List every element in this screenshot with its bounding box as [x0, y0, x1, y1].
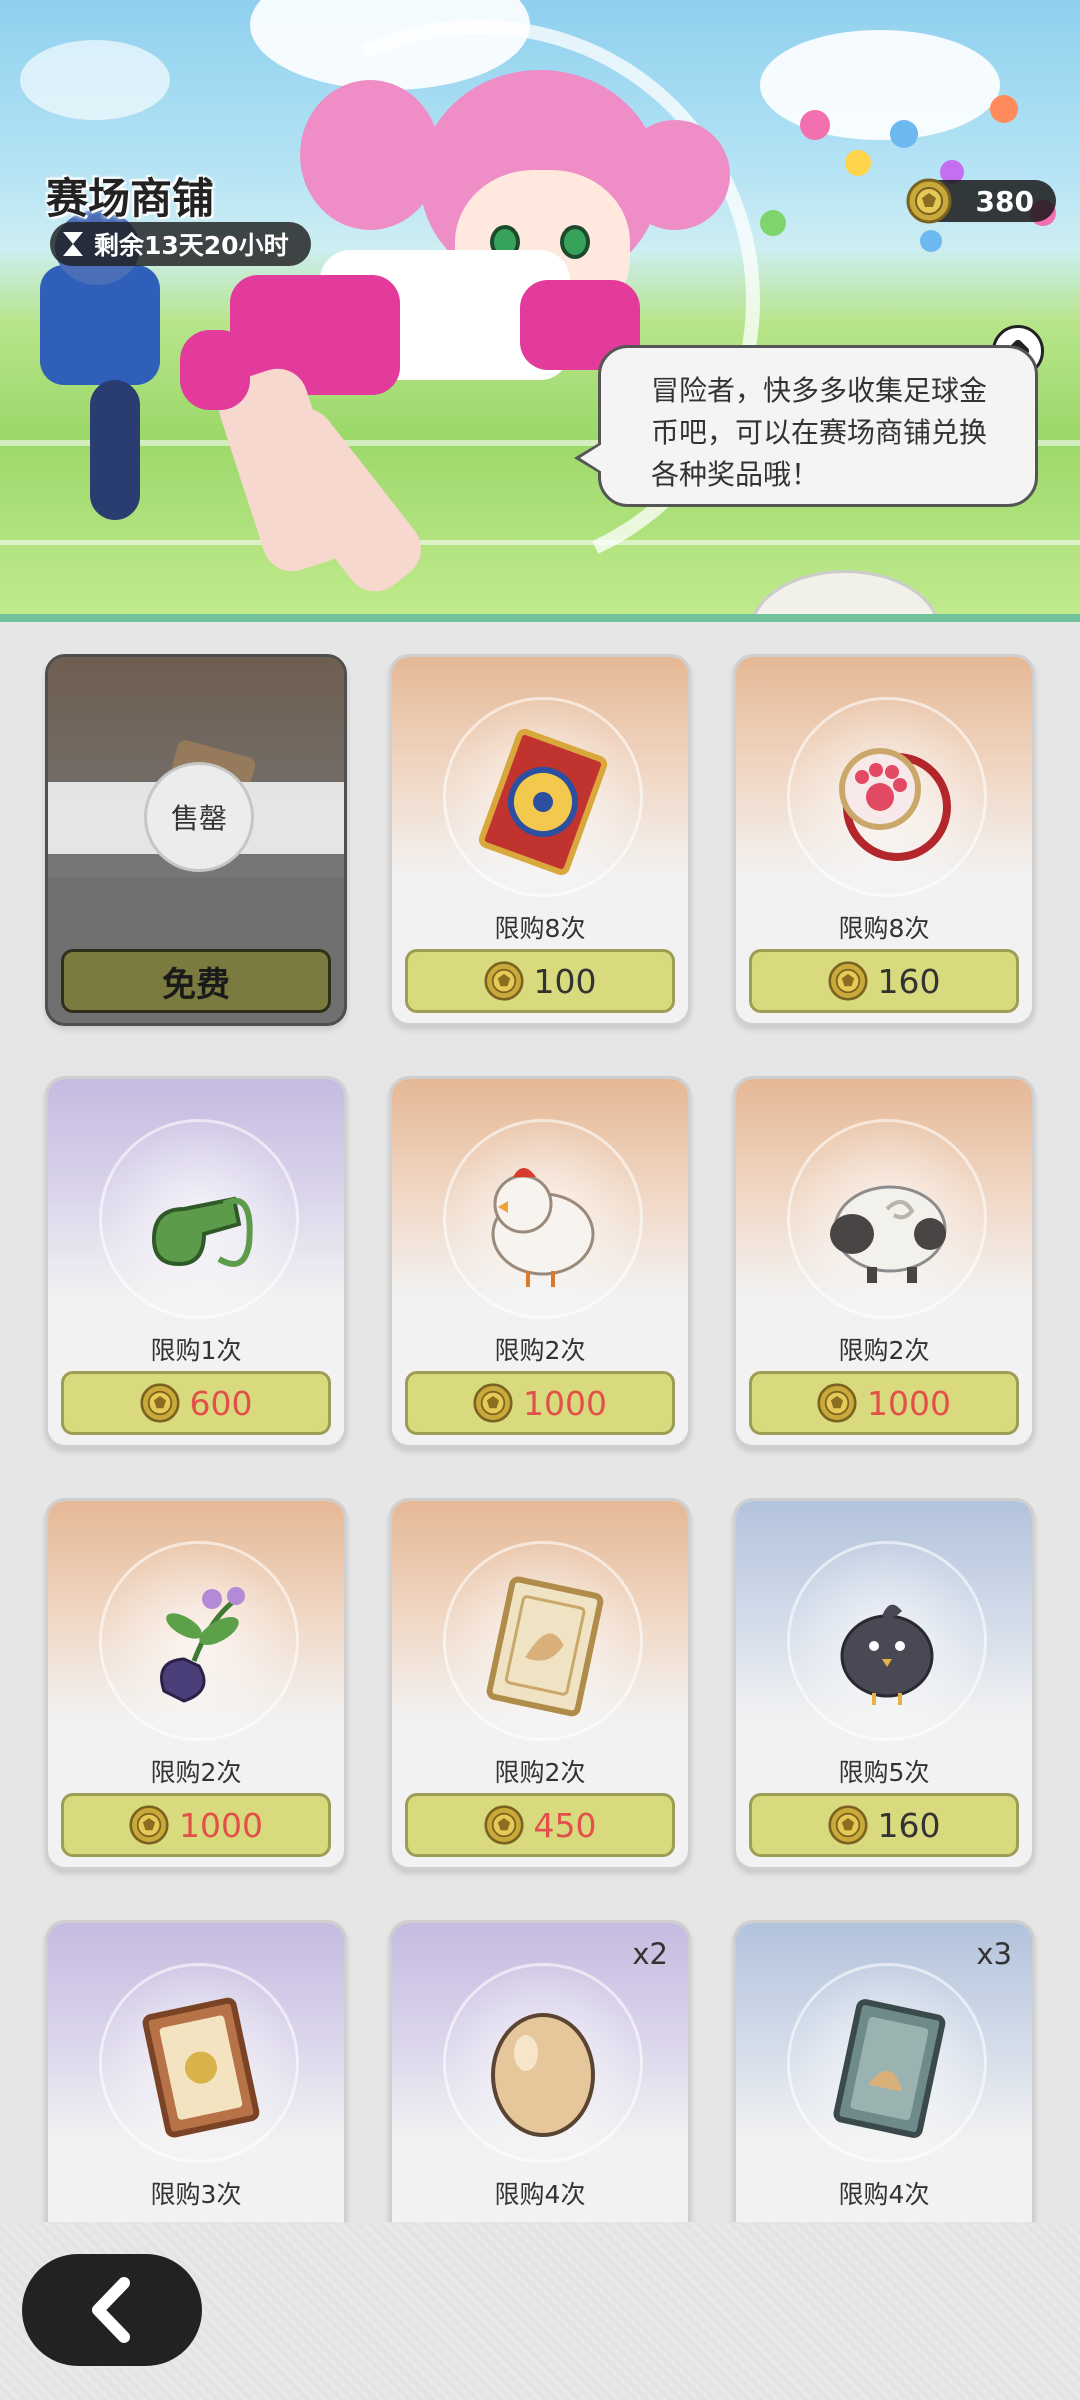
banner-divider: [0, 614, 1080, 622]
buy-button[interactable]: 1000: [405, 1371, 675, 1435]
shop-item-card[interactable]: 限购8次 100: [389, 654, 691, 1026]
price-value: 1000: [179, 1805, 263, 1845]
price-value: 1000: [867, 1383, 951, 1423]
speech-tail-inner: [580, 444, 602, 472]
cloud: [760, 30, 1000, 140]
buy-button[interactable]: 100: [405, 949, 675, 1013]
price-value: 160: [877, 1805, 941, 1845]
buy-button[interactable]: 1000: [61, 1793, 331, 1857]
item-quantity: x2: [632, 1937, 668, 1971]
purchase-limit: 限购2次: [494, 1758, 586, 1787]
shop-item-card[interactable]: 限购2次 1000: [45, 1498, 347, 1870]
lottery-ticket-icon: [478, 728, 608, 876]
chevron-left-icon: [92, 2277, 130, 2343]
back-button[interactable]: [22, 2254, 202, 2366]
football-coin-icon: [129, 1805, 169, 1845]
balloon: [845, 150, 871, 176]
price-value: 450: [533, 1805, 597, 1845]
price-value: 600: [189, 1383, 253, 1423]
shop-grid: 售罄 免费 限购8次 100 限购8次 160 限购1次 600 限购2次 10…: [0, 622, 1080, 2292]
purchase-limit: 限购1次: [150, 1336, 242, 1365]
balloon: [990, 95, 1018, 123]
girl-shoe: [180, 330, 250, 410]
price-label: 免费: [162, 964, 230, 1005]
balloon: [760, 210, 786, 236]
shop-item-card[interactable]: 限购2次 1000: [389, 1076, 691, 1448]
whistle-icon: [151, 1196, 253, 1267]
currency-display[interactable]: 380: [906, 178, 1056, 224]
speech-bubble: 冒险者，快多多收集足球金币吧，可以在赛场商铺兑换各种奖品哦！: [598, 345, 1038, 507]
football-coin-icon: [827, 961, 868, 1001]
shop-item-card[interactable]: 限购5次 160: [733, 1498, 1035, 1870]
buy-button[interactable]: 1000: [749, 1371, 1019, 1435]
purchase-limit: 限购2次: [494, 1336, 586, 1365]
book-icon: [486, 1576, 604, 1717]
chicken-icon: [491, 1168, 595, 1287]
purchase-limit: 限购8次: [494, 914, 586, 943]
girl-hair: [300, 80, 440, 230]
price-value: 100: [533, 961, 597, 1001]
football-coin-icon: [483, 1805, 524, 1845]
football-coin-icon: [139, 1383, 180, 1423]
buy-button[interactable]: 160: [749, 1793, 1019, 1857]
balloon: [920, 230, 942, 252]
shop-item-card[interactable]: 限购1次 600: [45, 1076, 347, 1448]
card-pack-icon: [833, 1999, 946, 2138]
buy-button[interactable]: 450: [405, 1793, 675, 1857]
currency-amount: 380: [975, 184, 1034, 218]
purchase-limit: 限购8次: [838, 914, 930, 943]
balloon: [800, 110, 830, 140]
free-button[interactable]: 免费: [61, 949, 331, 1013]
purchase-limit: 限购3次: [150, 2180, 242, 2209]
balloon: [890, 120, 918, 148]
football-coin-icon: [473, 1383, 513, 1423]
girl-eye: [560, 225, 590, 259]
shop-item-card[interactable]: 限购2次 450: [389, 1498, 691, 1870]
boy-leg: [90, 380, 140, 520]
football-coin-icon: [827, 1805, 868, 1845]
purchase-limit: 限购5次: [838, 1758, 930, 1787]
item-quantity: x3: [976, 1937, 1012, 1971]
egg-icon: [491, 2013, 595, 2137]
buy-button[interactable]: 600: [61, 1371, 331, 1435]
countdown-timer: 剩余13天20小时: [50, 222, 311, 266]
cloud: [20, 40, 170, 120]
paw-charm-icon: [839, 748, 951, 861]
price-value: 160: [877, 961, 941, 1001]
shop-item-card[interactable]: 限购2次 1000: [733, 1076, 1035, 1448]
football-coin-icon: [906, 178, 952, 224]
page-title: 赛场商铺: [46, 174, 215, 223]
purchase-limit: 限购4次: [838, 2180, 930, 2209]
purchase-limit: 限购2次: [838, 1336, 930, 1365]
hourglass-icon: [62, 231, 84, 257]
purchase-limit: 限购2次: [150, 1758, 242, 1787]
buy-button[interactable]: 160: [749, 949, 1019, 1013]
bottom-nav-bar: [0, 2222, 1080, 2400]
football-coin-icon: [817, 1383, 857, 1423]
recipe-book-icon: [142, 1997, 260, 2138]
girl-hair: [620, 120, 730, 230]
purchase-limit: 限购4次: [494, 2180, 586, 2209]
sheep-icon: [830, 1185, 947, 1283]
countdown-text: 剩余13天20小时: [94, 231, 289, 260]
event-banner: 赛场商铺 剩余13天20小时 380 冒险者，快多多收集足球金币吧，可以在赛场商…: [0, 0, 1080, 622]
sold-out-badge: 售罄: [144, 762, 254, 872]
black-bird-icon: [840, 1604, 934, 1705]
football-coin-icon: [483, 961, 524, 1001]
shop-item-card[interactable]: 售罄 免费: [45, 654, 347, 1026]
price-value: 1000: [523, 1383, 607, 1423]
shop-item-card[interactable]: 限购8次 160: [733, 654, 1035, 1026]
flower-bag-icon: [160, 1587, 245, 1703]
